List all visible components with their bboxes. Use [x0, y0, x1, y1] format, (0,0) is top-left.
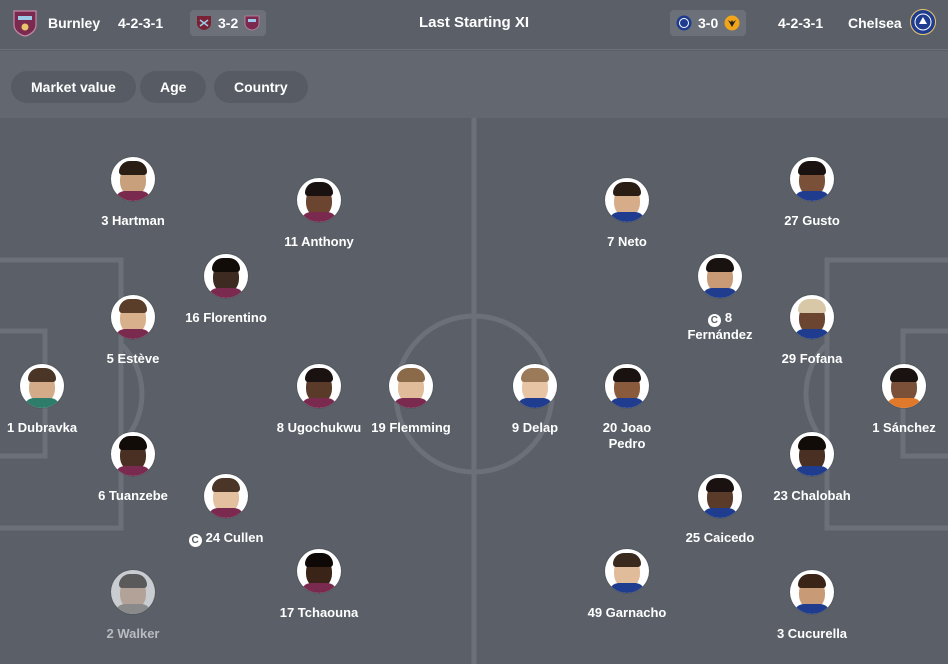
player-name-text: 24 Cullen — [205, 530, 264, 545]
pitch: 3 Hartman 11 Anthony 16 Florentino 5 Est… — [0, 118, 948, 664]
player-name: 20 Joao — [602, 420, 652, 435]
player-name: 49 Garnacho — [587, 605, 667, 620]
player-avatar — [605, 178, 649, 222]
player-name: C 24 Cullen — [166, 530, 286, 547]
filter-country-button[interactable]: Country — [214, 71, 308, 103]
match-header: Burnley 4-2-3-1 3-2 Last Starting XI 3-0… — [0, 0, 948, 50]
player-avatar — [297, 178, 341, 222]
player-name: 19 Flemming — [371, 420, 451, 435]
wolves-crest-icon — [724, 15, 740, 31]
player-avatar — [698, 254, 742, 298]
player-avatar — [790, 570, 834, 614]
player-name: 25 Caicedo — [685, 530, 755, 545]
player-flemming[interactable]: 19 Flemming — [351, 364, 471, 436]
player-avatar — [882, 364, 926, 408]
player-sanchez[interactable]: 1 Sánchez — [844, 364, 948, 436]
chelsea-crest-icon[interactable] — [910, 9, 936, 35]
player-name: 17 Tchaouna — [279, 605, 359, 620]
player-name: 3 Cucurella — [776, 626, 848, 641]
player-avatar — [790, 432, 834, 476]
player-cullen[interactable]: C 24 Cullen — [166, 474, 286, 547]
player-name: 27 Gusto — [784, 213, 840, 228]
player-name-line2: Pedro — [608, 436, 646, 451]
player-name: 3 Hartman — [101, 213, 165, 228]
player-avatar — [204, 474, 248, 518]
player-neto[interactable]: 7 Neto — [567, 178, 687, 250]
player-caicedo[interactable]: 25 Caicedo — [660, 474, 780, 546]
player-number: 8 — [724, 310, 733, 325]
player-avatar — [513, 364, 557, 408]
player-cucurella[interactable]: 3 Cucurella — [752, 570, 872, 642]
player-garnacho[interactable]: 49 Garnacho — [567, 549, 687, 621]
player-avatar — [790, 157, 834, 201]
player-avatar — [20, 364, 64, 408]
player-avatar — [605, 549, 649, 593]
player-name: 11 Anthony — [284, 234, 354, 249]
away-team-name[interactable]: Chelsea — [848, 15, 902, 31]
filter-market-value-button[interactable]: Market value — [11, 71, 136, 103]
player-avatar — [111, 570, 155, 614]
player-hartman[interactable]: 3 Hartman — [73, 157, 193, 229]
player-avatar — [389, 364, 433, 408]
captain-icon: C — [707, 314, 721, 327]
filter-bar: Market value Age Country — [0, 51, 948, 118]
player-gusto[interactable]: 27 Gusto — [752, 157, 872, 229]
player-avatar — [698, 474, 742, 518]
player-name: 7 Neto — [607, 234, 647, 249]
player-avatar — [111, 295, 155, 339]
captain-icon: C — [188, 534, 202, 547]
player-tchaouna[interactable]: 17 Tchaouna — [259, 549, 379, 621]
player-anthony[interactable]: 11 Anthony — [259, 178, 379, 250]
chelsea-crest-small-icon — [676, 15, 692, 31]
player-avatar — [297, 549, 341, 593]
away-last-score: 3-0 — [698, 15, 719, 31]
player-dubravka[interactable]: 1 Dubravka — [0, 364, 102, 436]
player-name: 2 Walker — [106, 626, 160, 641]
player-avatar — [111, 157, 155, 201]
away-formation: 4-2-3-1 — [778, 15, 824, 31]
player-esteve[interactable]: 5 Estève — [73, 295, 193, 367]
player-fofana[interactable]: 29 Fofana — [752, 295, 872, 367]
player-avatar — [111, 432, 155, 476]
away-last-match[interactable]: 3-0 — [670, 10, 747, 36]
player-walker[interactable]: 2 Walker — [73, 570, 193, 642]
filter-age-button[interactable]: Age — [140, 71, 207, 103]
player-avatar — [297, 364, 341, 408]
player-avatar — [204, 254, 248, 298]
player-joao-pedro[interactable]: 20 Joao Pedro — [567, 364, 687, 452]
player-avatar — [790, 295, 834, 339]
player-avatar — [605, 364, 649, 408]
